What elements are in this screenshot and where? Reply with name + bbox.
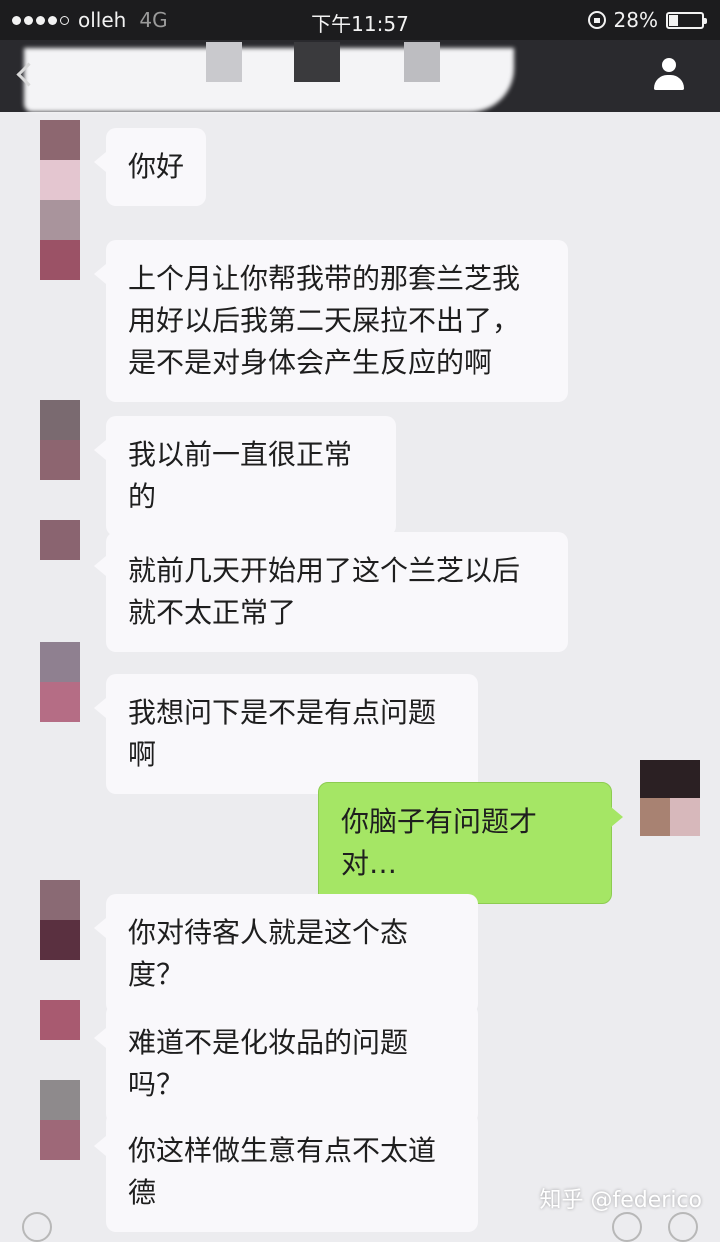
message-bubble-incoming[interactable]: 上个月让你帮我带的那套兰芝我用好以后我第二天屎拉不出了，是不是对身体会产生反应的… [94, 240, 568, 402]
message-bubble-incoming[interactable]: 就前几天开始用了这个兰芝以后就不太正常了 [94, 532, 568, 652]
message-list[interactable]: 你好 上个月让你帮我带的那套兰芝我用好以后我第二天屎拉不出了，是不是对身体会产生… [0, 112, 720, 1232]
message-bubble-incoming[interactable]: 你好 [94, 128, 206, 206]
contact-avatar[interactable] [40, 1000, 80, 1040]
message-bubble-incoming[interactable]: 你这样做生意有点不太道德 [94, 1112, 478, 1232]
contact-avatar[interactable] [40, 400, 80, 480]
avatar-pixel [40, 160, 80, 200]
avatar-pixel [40, 642, 80, 682]
battery-fill [669, 14, 678, 26]
redacted-title-mask [24, 48, 514, 112]
avatar-pixel [40, 1120, 80, 1160]
avatar-pixel [640, 798, 700, 836]
add-icon[interactable] [668, 1212, 698, 1242]
message-bubble-incoming[interactable]: 你对待客人就是这个态度？ [94, 894, 478, 1014]
contact-avatar[interactable] [40, 1080, 80, 1160]
contact-avatar[interactable] [40, 520, 80, 560]
redaction-mosaic [294, 42, 340, 82]
battery-percent: 28% [613, 8, 658, 32]
avatar-pixel [40, 200, 80, 240]
person-icon-head [662, 58, 676, 72]
redaction-mosaic [404, 42, 440, 82]
avatar-pixel [40, 520, 80, 560]
avatar-pixel [40, 1000, 80, 1040]
avatar-pixel [40, 400, 80, 440]
message-bubble-incoming[interactable]: 我以前一直很正常的 [94, 416, 396, 536]
chat-header [0, 40, 720, 112]
contact-avatar[interactable] [40, 880, 80, 960]
person-icon-body [654, 75, 684, 90]
avatar-pixel [40, 240, 80, 280]
my-avatar[interactable] [640, 760, 700, 836]
orientation-lock-icon [587, 11, 606, 29]
voice-input-icon[interactable] [22, 1212, 52, 1242]
avatar-pixel [40, 920, 80, 960]
contact-avatar[interactable] [40, 642, 80, 722]
battery-icon [666, 11, 707, 29]
avatar-pixel [40, 440, 80, 480]
avatar-pixel [640, 760, 700, 798]
message-bubble-incoming[interactable]: 难道不是化妆品的问题吗？ [94, 1004, 478, 1124]
avatar-pixel [40, 682, 80, 722]
avatar-pixel [40, 1080, 80, 1120]
status-bar: olleh 4G 下午11:57 28% [0, 0, 720, 40]
person-icon[interactable] [652, 58, 686, 92]
avatar-pixel [40, 880, 80, 920]
emoji-icon[interactable] [612, 1212, 642, 1242]
message-bubble-outgoing[interactable]: 你脑子有问题才对… [318, 782, 623, 904]
message-bubble-incoming[interactable]: 我想问下是不是有点问题啊 [94, 674, 478, 794]
redaction-mosaic [206, 42, 242, 82]
contact-avatar[interactable] [40, 120, 80, 280]
avatar-pixel [40, 120, 80, 160]
watermark: 知乎 @federico [539, 1188, 703, 1213]
